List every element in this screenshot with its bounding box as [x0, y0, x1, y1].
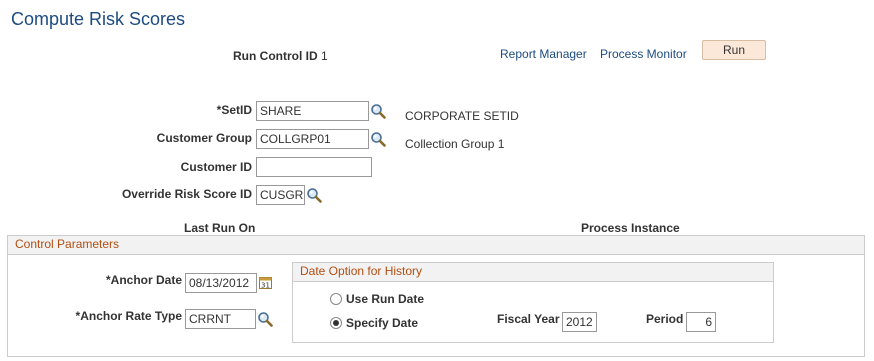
setid-label: *SetID	[216, 103, 252, 117]
run-control-id-label: Run Control ID	[233, 49, 318, 63]
customer-id-input[interactable]	[256, 157, 372, 177]
customer-group-description: Collection Group 1	[405, 137, 505, 151]
setid-lookup-icon[interactable]	[370, 103, 386, 119]
period-label: Period	[646, 312, 684, 326]
anchor-rate-type-label: *Anchor Rate Type	[75, 309, 182, 323]
override-risk-lookup-icon[interactable]	[306, 187, 322, 203]
customer-id-label: Customer ID	[180, 160, 252, 174]
use-run-date-label: Use Run Date	[346, 292, 425, 306]
page-title: Compute Risk Scores	[11, 9, 186, 29]
specify-date-radio[interactable]	[330, 317, 342, 329]
customer-group-input[interactable]: COLLGRP01	[256, 129, 369, 149]
customer-group-lookup-icon[interactable]	[370, 131, 386, 147]
anchor-date-label: *Anchor Date	[105, 273, 182, 287]
anchor-date-input[interactable]: 08/13/2012	[185, 273, 257, 293]
report-manager-link[interactable]: Report Manager	[500, 47, 587, 61]
override-risk-score-id-label: Override Risk Score ID	[121, 187, 252, 201]
process-instance-label: Process Instance	[581, 221, 680, 235]
control-parameters-title: Control Parameters	[15, 237, 120, 251]
setid-input[interactable]: SHARE	[256, 101, 369, 121]
setid-description: CORPORATE SETID	[405, 109, 519, 123]
use-run-date-radio[interactable]	[330, 293, 342, 305]
control-parameters-header	[7, 235, 865, 255]
calendar-icon[interactable]	[259, 276, 272, 289]
override-risk-score-id-input[interactable]: CUSGR	[256, 185, 305, 205]
anchor-rate-type-lookup-icon[interactable]	[257, 311, 273, 327]
last-run-on-label: Last Run On	[184, 221, 256, 235]
date-option-title: Date Option for History	[300, 264, 423, 278]
run-button[interactable]: Run	[702, 40, 766, 60]
fiscal-year-input[interactable]: 2012	[562, 312, 597, 332]
customer-group-label: Customer Group	[156, 131, 252, 145]
process-monitor-link[interactable]: Process Monitor	[600, 47, 687, 61]
anchor-rate-type-input[interactable]: CRRNT	[185, 309, 256, 329]
run-control-id-value: 1	[321, 49, 328, 63]
specify-date-label: Specify Date	[346, 316, 419, 330]
period-input[interactable]: 6	[686, 312, 716, 332]
fiscal-year-label: Fiscal Year	[497, 312, 560, 326]
